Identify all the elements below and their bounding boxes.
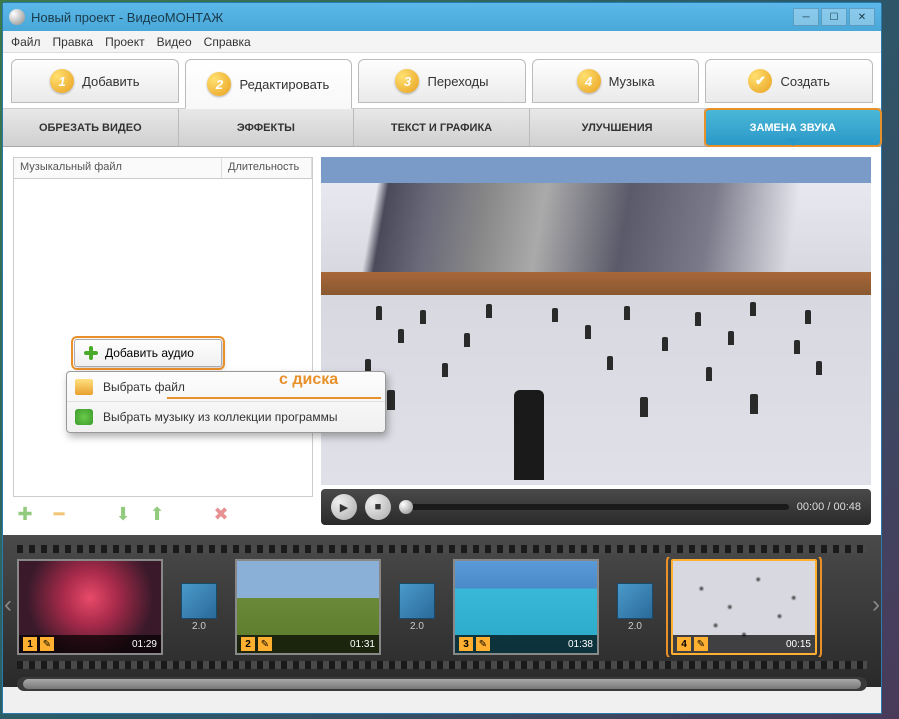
scrollbar-thumb[interactable] <box>23 679 861 689</box>
transition-icon <box>617 583 653 619</box>
minimize-button[interactable]: ─ <box>793 8 819 26</box>
clip-4[interactable]: 4✎00:15 <box>671 559 817 655</box>
player-bar: ▶ ■ 00:00 / 00:48 <box>321 489 871 525</box>
subtab-text[interactable]: ТЕКСТ И ГРАФИКА <box>354 109 530 146</box>
menu-project[interactable]: Проект <box>105 35 145 49</box>
menu-file[interactable]: Файл <box>11 35 41 49</box>
stop-button[interactable]: ■ <box>365 494 391 520</box>
add-audio-button[interactable]: Добавить аудио <box>74 339 222 367</box>
seek-thumb[interactable] <box>399 500 413 514</box>
add-audio-menu: с диска Выбрать файл Выбрать музыку из к… <box>66 371 386 433</box>
step-create[interactable]: ✔Создать <box>705 59 873 103</box>
edit-icon[interactable]: ✎ <box>258 637 272 651</box>
clips-row: 1✎01:29 2.0 2✎01:31 2.0 3✎01:38 2.0 4✎00… <box>17 557 867 657</box>
audio-list: Добавить аудио с диска Выбрать файл Выбр… <box>13 179 313 497</box>
titlebar: Новый проект - ВидеоМОНТАЖ ─ ☐ ✕ <box>3 3 881 31</box>
step-number-icon: 2 <box>207 72 231 96</box>
filmstrip-decoration <box>17 545 867 553</box>
step-edit[interactable]: 2Редактировать <box>185 59 353 109</box>
subtab-improve[interactable]: УЛУЧШЕНИЯ <box>530 109 706 146</box>
list-up-button[interactable]: ⬆ <box>145 502 169 526</box>
folder-icon <box>75 379 93 395</box>
menu-pick-file[interactable]: Выбрать файл <box>67 372 385 402</box>
close-button[interactable]: ✕ <box>849 8 875 26</box>
clip-3[interactable]: 3✎01:38 <box>453 559 599 655</box>
step-add[interactable]: 1Добавить <box>11 59 179 103</box>
timeline-scroll-left[interactable]: ‹ <box>0 575 17 635</box>
menu-from-collection[interactable]: Выбрать музыку из коллекции программы <box>67 402 385 432</box>
music-icon <box>75 409 93 425</box>
list-remove-button[interactable]: ━ <box>47 502 71 526</box>
edit-icon[interactable]: ✎ <box>694 637 708 651</box>
time-display: 00:00 / 00:48 <box>797 501 861 513</box>
list-add-button[interactable]: ✚ <box>13 502 37 526</box>
play-button[interactable]: ▶ <box>331 494 357 520</box>
audio-list-panel: Музыкальный файл Длительность Добавить а… <box>13 157 313 525</box>
list-down-button[interactable]: ⬇ <box>111 502 135 526</box>
subtab-trim[interactable]: ОБРЕЗАТЬ ВИДЕО <box>3 109 179 146</box>
step-number-icon: 4 <box>577 69 601 93</box>
app-icon <box>9 9 25 25</box>
menubar: Файл Правка Проект Видео Справка <box>3 31 881 53</box>
col-length: Длительность <box>222 158 312 178</box>
step-tabs: 1Добавить 2Редактировать 3Переходы 4Музы… <box>3 53 881 109</box>
menu-video[interactable]: Видео <box>157 35 192 49</box>
transition-1[interactable]: 2.0 <box>179 583 219 632</box>
edit-icon[interactable]: ✎ <box>476 637 490 651</box>
subtab-effects[interactable]: ЭФФЕКТЫ <box>179 109 355 146</box>
timeline: ‹ › 1✎01:29 2.0 2✎01:31 2.0 3✎01:38 2.0 … <box>3 535 881 687</box>
timeline-scrollbar[interactable] <box>17 677 867 691</box>
step-number-icon: 3 <box>395 69 419 93</box>
col-filename: Музыкальный файл <box>14 158 222 178</box>
list-header: Музыкальный файл Длительность <box>13 157 313 179</box>
maximize-button[interactable]: ☐ <box>821 8 847 26</box>
seek-track[interactable] <box>399 504 789 510</box>
edit-icon[interactable]: ✎ <box>40 637 54 651</box>
transition-icon <box>399 583 435 619</box>
transition-2[interactable]: 2.0 <box>397 583 437 632</box>
subtabs: ОБРЕЗАТЬ ВИДЕО ЭФФЕКТЫ ТЕКСТ И ГРАФИКА У… <box>3 109 881 147</box>
filmstrip-decoration <box>17 661 867 669</box>
plus-icon <box>83 345 99 361</box>
menu-help[interactable]: Справка <box>204 35 251 49</box>
window-title: Новый проект - ВидеоМОНТАЖ <box>31 10 223 25</box>
timeline-scroll-right[interactable]: › <box>867 575 885 635</box>
list-controls: ✚ ━ ⬇ ⬆ ✖ <box>13 497 313 525</box>
step-music[interactable]: 4Музыка <box>532 59 700 103</box>
list-delete-button[interactable]: ✖ <box>209 502 233 526</box>
step-transitions[interactable]: 3Переходы <box>358 59 526 103</box>
transition-3[interactable]: 2.0 <box>615 583 655 632</box>
main-area: Музыкальный файл Длительность Добавить а… <box>3 147 881 535</box>
transition-icon <box>181 583 217 619</box>
video-preview <box>321 157 871 485</box>
clip-1[interactable]: 1✎01:29 <box>17 559 163 655</box>
clip-2[interactable]: 2✎01:31 <box>235 559 381 655</box>
app-window: Новый проект - ВидеоМОНТАЖ ─ ☐ ✕ Файл Пр… <box>2 2 882 714</box>
preview-panel: ▶ ■ 00:00 / 00:48 <box>321 157 871 525</box>
subtab-replace-audio[interactable]: ЗАМЕНА ЗВУКА <box>705 109 881 146</box>
step-number-icon: 1 <box>50 69 74 93</box>
check-icon: ✔ <box>748 69 772 93</box>
menu-edit[interactable]: Правка <box>53 35 94 49</box>
